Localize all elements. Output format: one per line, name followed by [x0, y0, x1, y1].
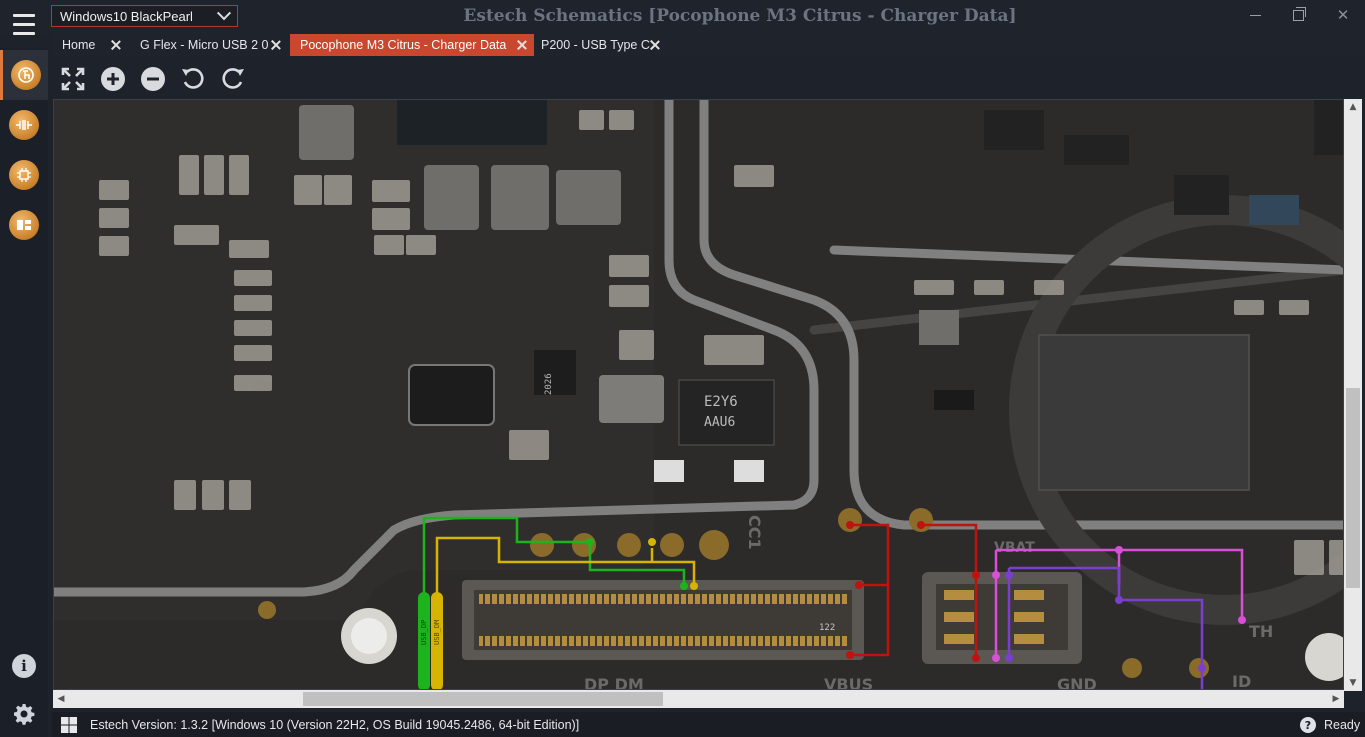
- board-label-th: TH: [1249, 622, 1273, 641]
- board-label-vbus: VBUS: [824, 675, 873, 690]
- logo-g-icon: [10, 60, 41, 90]
- chip-marking: E2Y6: [704, 394, 738, 410]
- horizontal-scroll-thumb[interactable]: [303, 692, 663, 706]
- tab-label: G Flex - Micro USB 2 0: [140, 38, 269, 52]
- scroll-right-icon[interactable]: ▶: [1328, 690, 1344, 708]
- zoom-out-icon[interactable]: [140, 66, 166, 92]
- net-label-usb-dm: USB_DM: [433, 620, 441, 645]
- vertical-scrollbar[interactable]: ▲ ▼: [1344, 99, 1362, 691]
- tab-home[interactable]: Home: [52, 34, 128, 56]
- nav-components[interactable]: [0, 100, 48, 150]
- close-tab-icon[interactable]: [108, 37, 124, 53]
- tab-label: Home: [62, 38, 96, 52]
- maximize-button[interactable]: [1285, 4, 1311, 26]
- help-icon: ?: [1300, 717, 1316, 733]
- board-label-dp-dm: DP DM: [584, 675, 644, 690]
- chip-marking: 2026: [544, 373, 554, 395]
- window-title: Estech Schematics [Pocophone M3 Citrus -…: [463, 6, 1017, 26]
- restore-icon: [1292, 6, 1306, 21]
- theme-dropdown[interactable]: Windows10 BlackPearl: [51, 5, 238, 27]
- horizontal-scrollbar[interactable]: ◀ ▶: [53, 690, 1344, 708]
- board-label-gnd: GND: [1057, 675, 1097, 690]
- status-text: Ready: [1324, 718, 1361, 732]
- tab-bar: Home G Flex - Micro USB 2 0 Pocophone M3…: [52, 34, 1365, 56]
- tab-g-flex[interactable]: G Flex - Micro USB 2 0: [130, 34, 288, 56]
- circuit-icon: [9, 160, 39, 190]
- info-icon[interactable]: i: [12, 654, 36, 678]
- pcb-image: E2Y6 AAU6 2026 122 CC1 DP DM VBUS VBAT G…: [54, 100, 1343, 690]
- minimize-icon: [1249, 14, 1261, 16]
- rotate-right-icon[interactable]: [220, 66, 246, 92]
- scroll-down-icon[interactable]: ▼: [1344, 675, 1362, 691]
- nav-home-logo[interactable]: [0, 50, 48, 100]
- tab-label: Pocophone M3 Citrus - Charger Data: [300, 38, 507, 52]
- tab-label: P200 - USB Type C: [541, 38, 650, 52]
- left-navigation: [0, 48, 48, 737]
- net-label-usb-dp: USB_DP: [420, 620, 428, 645]
- windows-logo-icon: [61, 717, 77, 733]
- rotate-left-icon[interactable]: [180, 66, 206, 92]
- nav-circuit[interactable]: [0, 150, 48, 200]
- zoom-in-icon[interactable]: [100, 66, 126, 92]
- tab-p200[interactable]: P200 - USB Type C: [531, 34, 667, 56]
- fit-screen-icon[interactable]: [60, 66, 86, 92]
- toolbar: [52, 58, 1365, 98]
- gear-icon[interactable]: [12, 702, 36, 726]
- theme-dropdown-value: Windows10 BlackPearl: [60, 8, 193, 24]
- board-label-id: ID: [1232, 672, 1251, 690]
- connector-number: 122: [819, 623, 835, 633]
- tab-pocophone[interactable]: Pocophone M3 Citrus - Charger Data: [290, 34, 534, 56]
- close-tab-icon[interactable]: [268, 37, 284, 53]
- board-label-cc1: CC1: [745, 515, 764, 550]
- scroll-up-icon[interactable]: ▲: [1344, 99, 1362, 115]
- board-label-vbat: VBAT: [994, 540, 1035, 556]
- hamburger-icon: [13, 11, 35, 38]
- chip-marking: AAU6: [704, 415, 735, 430]
- close-icon: ✕: [1336, 6, 1350, 24]
- nav-board-layout[interactable]: [0, 200, 48, 250]
- status-bar: Estech Version: 1.3.2 [Windows 10 (Versi…: [52, 712, 1365, 737]
- minimize-button[interactable]: [1242, 4, 1268, 26]
- close-tab-icon[interactable]: [514, 37, 530, 53]
- board-layout-icon: [9, 210, 39, 240]
- title-bar: Windows10 BlackPearl Estech Schematics […: [0, 0, 1365, 34]
- menu-button[interactable]: [0, 0, 48, 48]
- close-tab-icon[interactable]: [647, 37, 663, 53]
- board-viewer[interactable]: E2Y6 AAU6 2026 122 CC1 DP DM VBUS VBAT G…: [53, 99, 1344, 690]
- close-window-button[interactable]: ✕: [1330, 4, 1356, 26]
- scroll-left-icon[interactable]: ◀: [53, 690, 69, 708]
- component-icon: [9, 110, 39, 140]
- chevron-down-icon: [216, 6, 232, 21]
- version-info: Estech Version: 1.3.2 [Windows 10 (Versi…: [90, 718, 580, 732]
- vertical-scroll-thumb[interactable]: [1346, 388, 1360, 588]
